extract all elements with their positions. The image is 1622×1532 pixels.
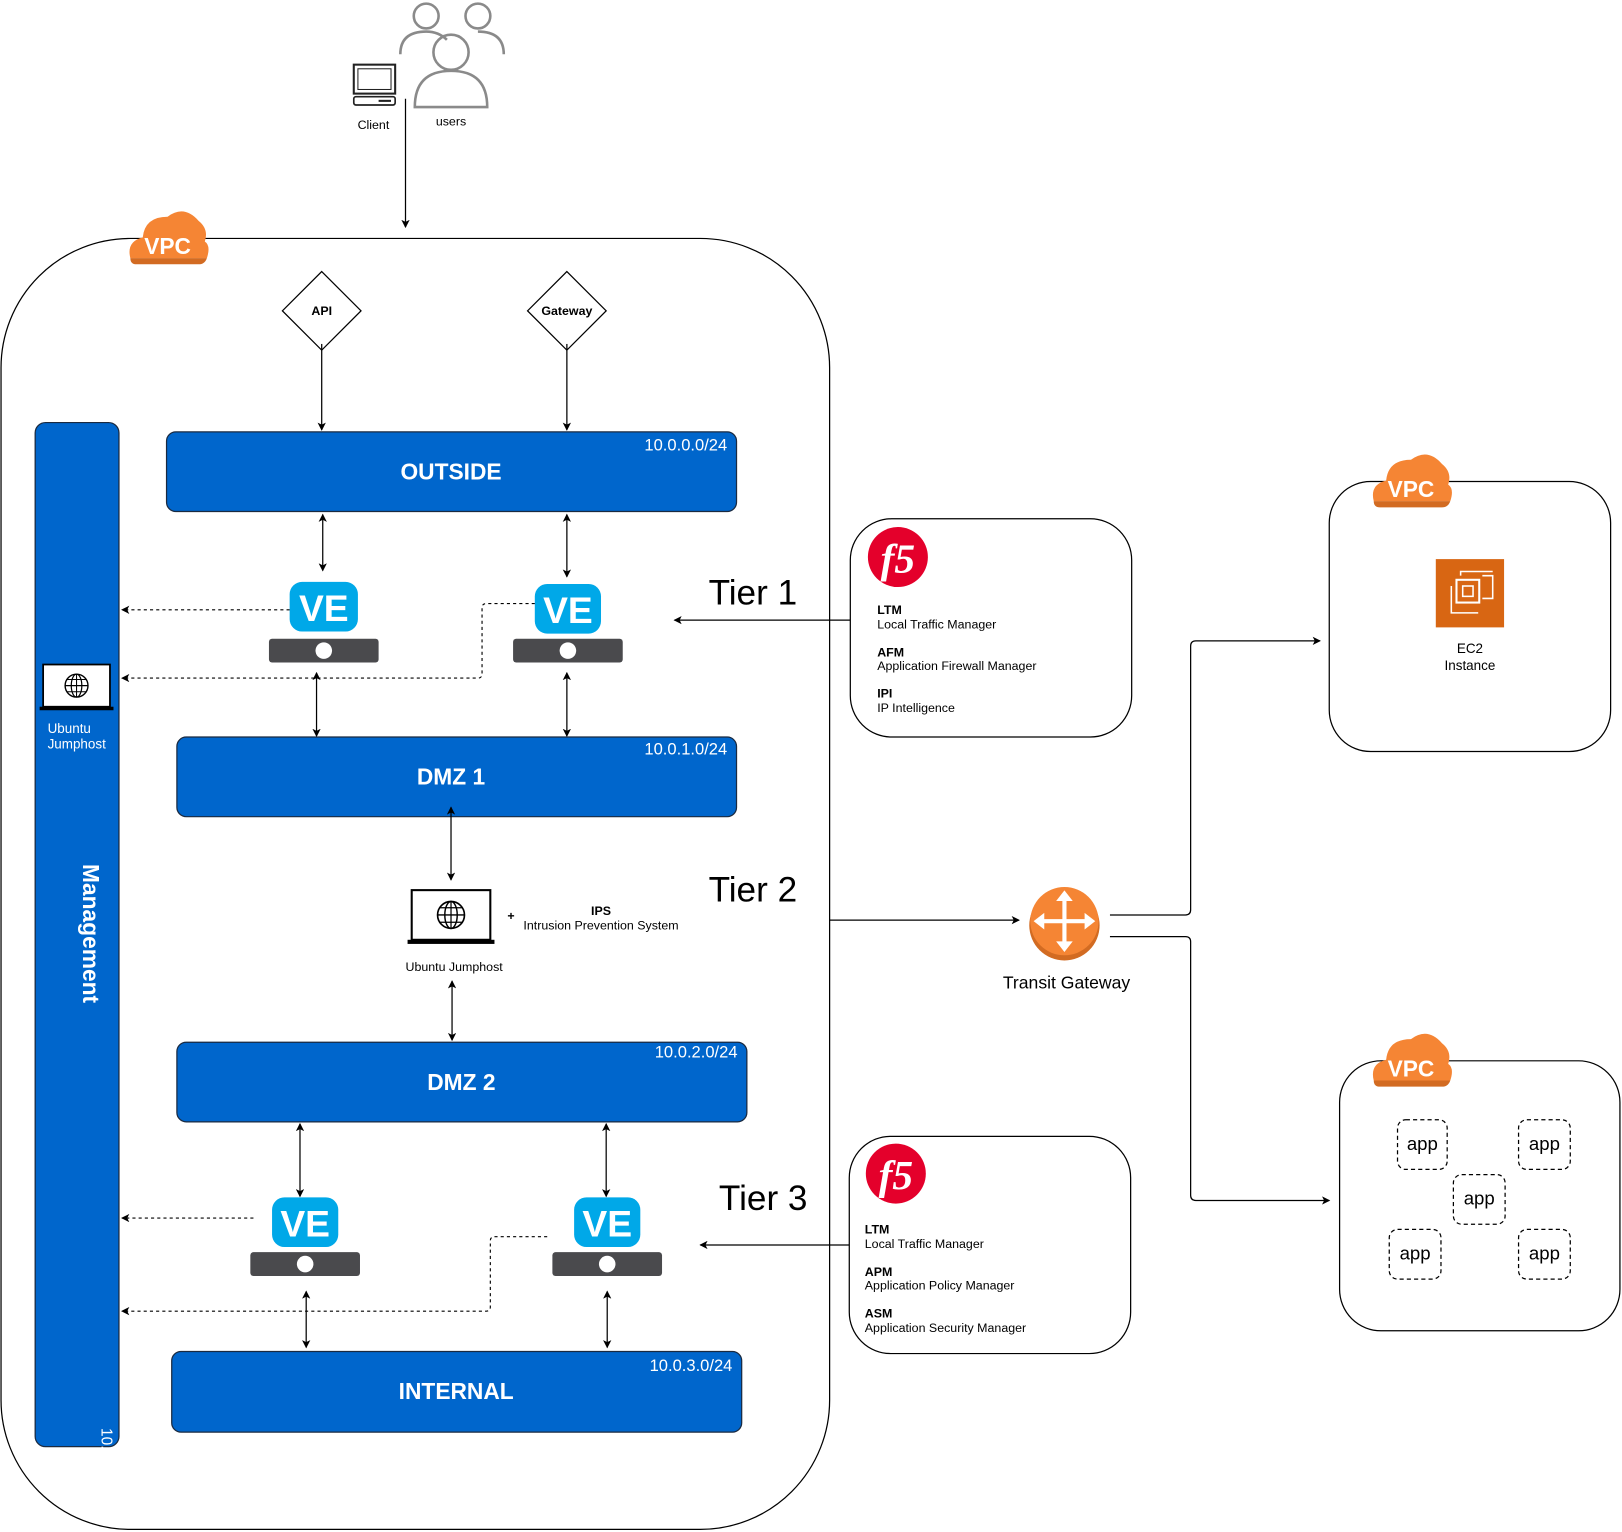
f5-logo: f5 — [865, 1143, 926, 1204]
svg-text:Application Policy Manager: Application Policy Manager — [865, 1278, 1015, 1292]
svg-text:app: app — [1529, 1242, 1560, 1263]
svg-text:LTM: LTM — [877, 603, 902, 617]
client-label: Client — [358, 118, 390, 132]
tier-1-label: Tier 1 — [709, 574, 798, 613]
f5-logo: f5 — [867, 527, 928, 588]
svg-text:INTERNAL: INTERNAL — [399, 1378, 514, 1404]
svg-text:f5: f5 — [881, 536, 915, 582]
svg-text:VE: VE — [280, 1203, 330, 1245]
transit-gateway-icon[interactable] — [1029, 887, 1100, 961]
svg-text:VE: VE — [543, 589, 593, 631]
svg-text:Instance: Instance — [1445, 658, 1496, 673]
svg-text:VPC: VPC — [1388, 476, 1435, 502]
svg-text:OUTSIDE: OUTSIDE — [400, 458, 501, 484]
network-dmz2[interactable]: DMZ 2 10.0.2.0/24 — [176, 1041, 748, 1123]
app-node[interactable]: app — [1388, 1228, 1442, 1280]
ec2-label: EC2 — [1457, 641, 1483, 656]
svg-text:IPI: IPI — [877, 687, 892, 701]
svg-text:VE: VE — [299, 587, 349, 629]
svg-text:Application Security Manager: Application Security Manager — [865, 1321, 1026, 1335]
network-internal[interactable]: INTERNAL 10.0.3.0/24 — [171, 1350, 743, 1433]
ips-jumphost-laptop-icon — [406, 889, 496, 945]
vpc-cloud-icon: VPC — [1372, 454, 1452, 508]
ips-jumphost-label: Ubuntu Jumphost — [405, 960, 503, 974]
svg-text:app: app — [1464, 1188, 1495, 1209]
svg-text:VE: VE — [582, 1203, 632, 1245]
svg-text:VPC: VPC — [1388, 1055, 1435, 1081]
architecture-diagram: users Client VPC API Gateway Management … — [0, 2, 1621, 1531]
users-icon — [399, 2, 506, 109]
svg-text:app: app — [1407, 1133, 1438, 1154]
mgmt-jumphost-label: Ubuntu — [48, 721, 91, 736]
app-node[interactable]: app — [1396, 1119, 1448, 1171]
svg-text:IP Intelligence: IP Intelligence — [877, 701, 955, 715]
svg-text:APM: APM — [865, 1265, 893, 1279]
svg-text:10.0.2.0/24: 10.0.2.0/24 — [655, 1043, 738, 1062]
f5-tier1-box: f5 LTMLocal Traffic Manager AFMApplicati… — [849, 518, 1133, 738]
svg-text:Management: Management — [78, 864, 104, 1003]
svg-text:AFM: AFM — [877, 645, 904, 659]
svg-text:10.0.0.0/24: 10.0.0.0/24 — [644, 435, 727, 454]
vpc-cloud-icon: VPC — [1372, 1033, 1452, 1087]
svg-text:10.0.3.0/24: 10.0.3.0/24 — [650, 1356, 733, 1375]
svg-text:Gateway: Gateway — [541, 304, 592, 318]
management-network[interactable]: Management 10.0.4.0/24 — [34, 421, 120, 1506]
svg-text:LTM: LTM — [865, 1223, 890, 1237]
f5-tier3-box: f5 LTMLocal Traffic Manager APMApplicati… — [848, 1135, 1132, 1355]
app-node[interactable]: app — [1517, 1228, 1571, 1280]
svg-text:Local Traffic Manager: Local Traffic Manager — [877, 617, 996, 631]
svg-text:Jumphost: Jumphost — [48, 736, 107, 751]
svg-text:Application Firewall Manager: Application Firewall Manager — [877, 659, 1036, 673]
users-label: users — [436, 115, 466, 129]
ec2-instance-icon[interactable] — [1435, 559, 1505, 628]
transit-gateway-label: Transit Gateway — [1003, 972, 1131, 992]
svg-text:app: app — [1400, 1242, 1431, 1263]
network-dmz1[interactable]: DMZ 1 10.0.1.0/24 — [176, 736, 738, 818]
network-outside[interactable]: OUTSIDE 10.0.0.0/24 — [165, 431, 738, 513]
app-node[interactable]: app — [1517, 1119, 1571, 1171]
ips-subtitle: Intrusion Prevention System — [523, 918, 678, 932]
svg-text:VPC: VPC — [144, 233, 191, 259]
svg-text:Local Traffic Manager: Local Traffic Manager — [865, 1237, 984, 1251]
vpc-cloud-icon: VPC — [129, 211, 209, 265]
app-node[interactable]: app — [1452, 1173, 1506, 1225]
svg-text:10.0.4.0/24: 10.0.4.0/24 — [97, 1428, 114, 1506]
mgmt-jumphost-laptop-icon — [38, 663, 115, 712]
svg-text:DMZ 2: DMZ 2 — [427, 1069, 495, 1095]
svg-text:DMZ 1: DMZ 1 — [417, 764, 486, 790]
svg-text:app: app — [1529, 1133, 1560, 1154]
svg-text:API: API — [311, 304, 332, 318]
ips-title: IPS — [591, 904, 611, 918]
svg-text:f5: f5 — [879, 1152, 913, 1198]
tier-3-label: Tier 3 — [719, 1179, 808, 1218]
svg-text:ASM: ASM — [865, 1306, 893, 1320]
client-icon — [352, 63, 397, 106]
svg-text:10.0.1.0/24: 10.0.1.0/24 — [644, 740, 727, 759]
plus-sign: + — [507, 909, 514, 923]
tier-2-label: Tier 2 — [709, 871, 798, 910]
